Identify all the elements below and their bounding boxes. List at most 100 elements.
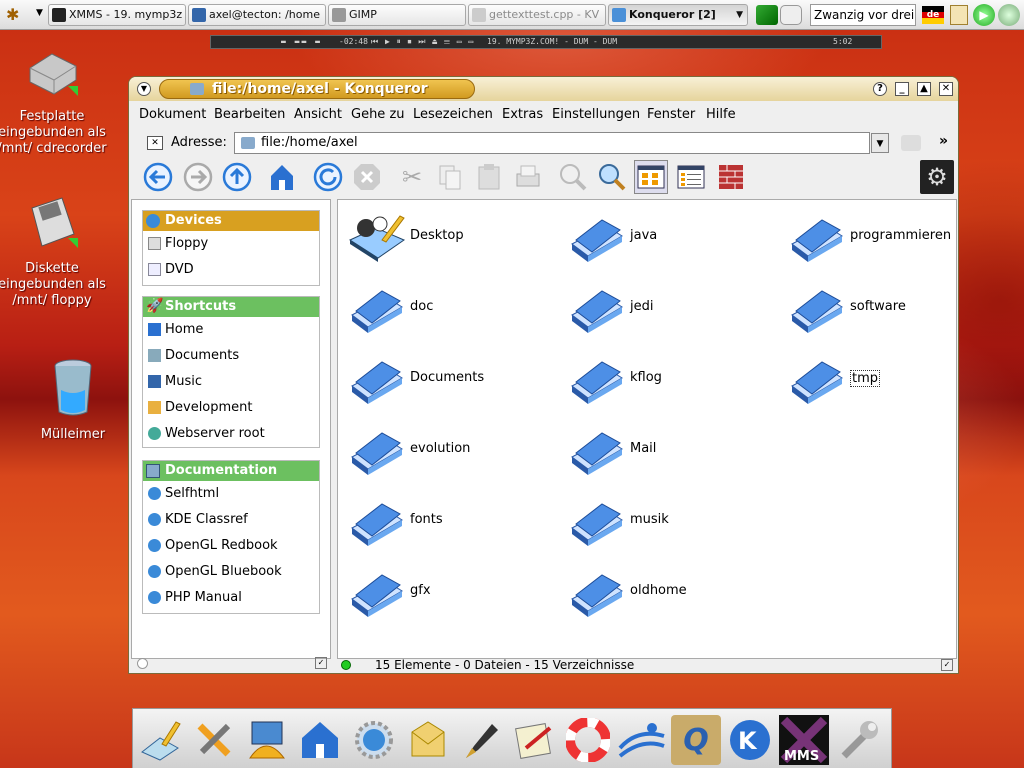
security-button[interactable] bbox=[714, 160, 748, 194]
folder-item-jedi[interactable]: jedi bbox=[562, 279, 782, 339]
task-konqueror[interactable]: Konqueror [2] ▼ bbox=[608, 4, 748, 26]
sidebar-item-dvd[interactable]: DVD bbox=[143, 257, 319, 283]
folder-item-software[interactable]: software bbox=[782, 279, 1002, 339]
play-icon[interactable]: ▶ bbox=[973, 4, 995, 26]
menu-dokument[interactable]: Dokument bbox=[139, 107, 206, 122]
sidebar-item-documents[interactable]: Documents bbox=[143, 343, 319, 369]
dock-help[interactable] bbox=[563, 715, 613, 765]
desktop-icon-harddisk[interactable]: Festplatte eingebunden als /mnt/ cdrecor… bbox=[0, 46, 107, 157]
desktop-icon-floppy[interactable]: Diskette eingebunden als /mnt/ floppy bbox=[0, 194, 107, 309]
dock-xmms[interactable]: MMS bbox=[779, 715, 829, 765]
cut-button[interactable]: ✂ bbox=[395, 160, 429, 194]
sidebar-resize-icon[interactable]: ✓ bbox=[315, 657, 327, 669]
xmms-buttons[interactable]: ⏮ ▶ ⏸ ⏹ ⏭ ⏏ ☰ ▭ ▭ bbox=[371, 37, 474, 47]
blank-applet-icon[interactable] bbox=[780, 5, 802, 25]
dock-quanta[interactable]: Q bbox=[671, 715, 721, 765]
clock[interactable]: Zwanzig vor drei bbox=[810, 4, 916, 26]
folder-item-desktop[interactable]: Desktop bbox=[342, 208, 562, 268]
maximize-button[interactable]: ▲ bbox=[917, 82, 931, 96]
folder-item-mail[interactable]: Mail bbox=[562, 421, 782, 481]
forward-button[interactable] bbox=[181, 160, 215, 194]
task-xmms[interactable]: XMMS - 19. mymp3z bbox=[48, 4, 186, 26]
folder-item-kflog[interactable]: kflog bbox=[562, 350, 782, 410]
sidebar-item-home[interactable]: Home bbox=[143, 317, 319, 343]
section-header-devices[interactable]: Devices bbox=[143, 211, 319, 231]
sidebar-item-kde-classref[interactable]: KDE Classref bbox=[143, 507, 319, 533]
window-menu-icon[interactable]: ▼ bbox=[137, 82, 151, 96]
address-input[interactable]: file:/home/axel bbox=[234, 132, 870, 154]
list-view-button[interactable] bbox=[674, 160, 708, 194]
dock-openoffice[interactable] bbox=[617, 715, 667, 765]
dock-office[interactable] bbox=[509, 715, 559, 765]
sidebar-item-opengl-redbook[interactable]: OpenGL Redbook bbox=[143, 533, 319, 559]
help-button[interactable]: ? bbox=[873, 82, 887, 96]
task-terminal[interactable]: axel@tecton: /home bbox=[188, 4, 326, 26]
menu-ansicht[interactable]: Ansicht bbox=[294, 107, 342, 122]
chevron-down-icon[interactable]: ▼ bbox=[736, 5, 743, 25]
dock-desktop[interactable] bbox=[135, 715, 185, 765]
print-button[interactable] bbox=[511, 160, 545, 194]
section-header-documentation[interactable]: Documentation bbox=[143, 461, 319, 481]
menu-einstellungen[interactable]: Einstellungen bbox=[552, 107, 640, 122]
brush-icon[interactable] bbox=[756, 5, 778, 25]
sidebar-item-music[interactable]: Music bbox=[143, 369, 319, 395]
sidebar-item-php-manual[interactable]: PHP Manual bbox=[143, 585, 319, 611]
dock-mail[interactable] bbox=[403, 715, 453, 765]
section-header-shortcuts[interactable]: 🚀 Shortcuts bbox=[143, 297, 319, 317]
zoom-out-button[interactable] bbox=[595, 160, 629, 194]
menu-hilfe[interactable]: Hilfe bbox=[706, 107, 736, 122]
menu-gehe-zu[interactable]: Gehe zu bbox=[351, 107, 405, 122]
kmenu-icon[interactable]: ✱ bbox=[6, 6, 26, 24]
icon-view-button[interactable] bbox=[634, 160, 668, 194]
toolbar-extend-icon[interactable]: » bbox=[939, 133, 948, 149]
clear-location-icon[interactable]: ✕ bbox=[147, 136, 163, 150]
folder-item-gfx[interactable]: gfx bbox=[342, 563, 562, 623]
zoom-in-button[interactable] bbox=[556, 160, 590, 194]
menu-lesezeichen[interactable]: Lesezeichen bbox=[413, 107, 493, 122]
folder-item-doc[interactable]: doc bbox=[342, 279, 562, 339]
stop-button[interactable] bbox=[350, 160, 384, 194]
task-gimp[interactable]: GIMP bbox=[328, 4, 466, 26]
dock-browser[interactable] bbox=[349, 715, 399, 765]
sidebar-item-floppy[interactable]: Floppy bbox=[143, 231, 319, 257]
sidebar-item-development[interactable]: Development bbox=[143, 395, 319, 421]
dock-kde-control[interactable] bbox=[241, 715, 291, 765]
task-kvim[interactable]: gettexttest.cpp - KV bbox=[468, 4, 606, 26]
dock-settings[interactable] bbox=[189, 715, 239, 765]
dock-editor[interactable] bbox=[455, 715, 505, 765]
minimize-button[interactable]: _ bbox=[895, 82, 909, 96]
taskbar-arrow-icon[interactable]: ▼ bbox=[36, 8, 43, 18]
klipper-icon[interactable] bbox=[950, 5, 968, 25]
folder-item-java[interactable]: java bbox=[562, 208, 782, 268]
xmms-controls[interactable]: ▬ ▬▬ ▬ bbox=[281, 37, 322, 46]
copy-button[interactable] bbox=[433, 160, 467, 194]
window-titlebar[interactable]: ▼ file:/home/axel - Konqueror ? _ ▲ ✕ bbox=[129, 77, 958, 101]
sidebar-item-opengl-bluebook[interactable]: OpenGL Bluebook bbox=[143, 559, 319, 585]
dock-tools[interactable] bbox=[833, 715, 883, 765]
reload-button[interactable] bbox=[311, 160, 345, 194]
status-resize-icon[interactable]: ✓ bbox=[941, 659, 953, 671]
paste-button[interactable] bbox=[472, 160, 506, 194]
sidebar-item-webserver-root[interactable]: Webserver root bbox=[143, 421, 319, 447]
folder-item-tmp[interactable]: tmp bbox=[782, 350, 1002, 410]
dock-home[interactable] bbox=[295, 715, 345, 765]
folder-item-musik[interactable]: musik bbox=[562, 492, 782, 552]
go-icon[interactable] bbox=[901, 135, 921, 151]
close-button[interactable]: ✕ bbox=[939, 82, 953, 96]
menu-bearbeiten[interactable]: Bearbeiten bbox=[214, 107, 285, 122]
keyboard-layout-flag[interactable]: de bbox=[922, 6, 944, 24]
folder-item-documents[interactable]: Documents bbox=[342, 350, 562, 410]
xmms-player-bar[interactable]: ▬ ▬▬ ▬ -02:48 ⏮ ▶ ⏸ ⏹ ⏭ ⏏ ☰ ▭ ▭ 19. MYMP… bbox=[210, 35, 882, 49]
folder-item-oldhome[interactable]: oldhome bbox=[562, 563, 782, 623]
folder-item-evolution[interactable]: evolution bbox=[342, 421, 562, 481]
up-button[interactable] bbox=[220, 160, 254, 194]
desktop-icon-trash[interactable]: Mülleimer bbox=[18, 356, 128, 443]
home-button[interactable] bbox=[265, 160, 299, 194]
folder-item-programmieren[interactable]: programmieren bbox=[782, 208, 1002, 268]
folder-item-fonts[interactable]: fonts bbox=[342, 492, 562, 552]
network-icon[interactable] bbox=[998, 4, 1020, 26]
back-button[interactable] bbox=[141, 160, 175, 194]
sidebar-item-selfhtml[interactable]: Selfhtml bbox=[143, 481, 319, 507]
menu-fenster[interactable]: Fenster bbox=[647, 107, 695, 122]
dock-kile[interactable]: K bbox=[725, 715, 775, 765]
